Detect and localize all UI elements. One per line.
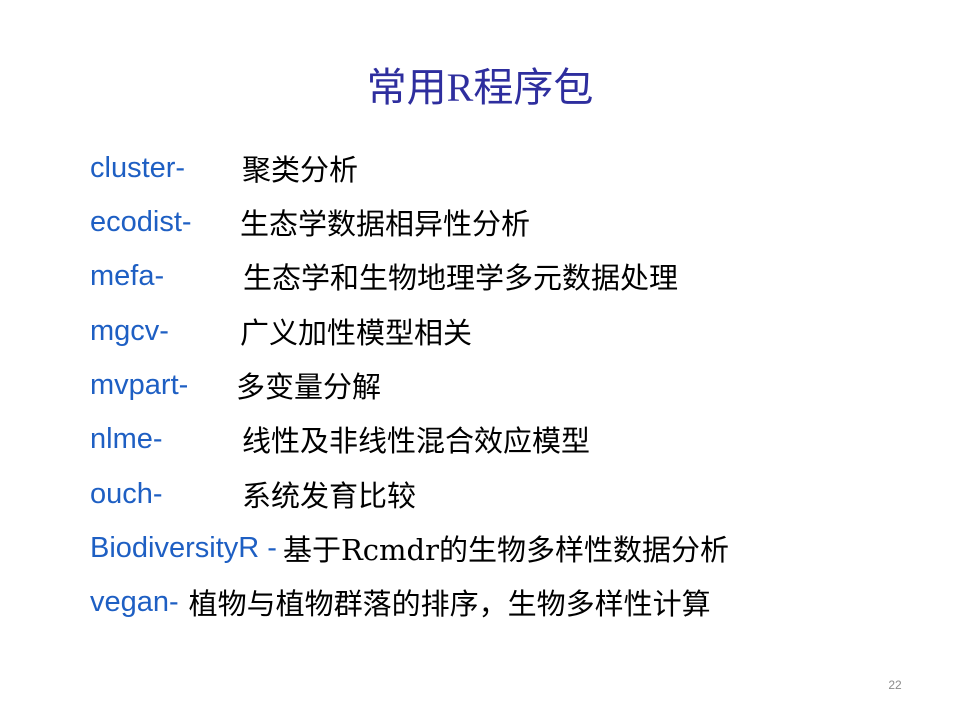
package-item-mvpart: mvpart- 多变量分解 xyxy=(90,365,381,405)
page-number: 22 xyxy=(888,678,902,692)
package-item-cluster: cluster- 聚类分析 xyxy=(90,148,358,188)
package-item-ouch: ouch- 系统发育比较 xyxy=(90,474,416,514)
package-description: 多变量分解 xyxy=(236,370,382,404)
package-item-mgcv: mgcv- 广义加性模型相关 xyxy=(90,311,472,351)
package-description: 基于Rcmdr的生物多样性数据分析 xyxy=(282,533,729,567)
package-item-biodiversityr: BiodiversityR - 基于Rcmdr的生物多样性数据分析 xyxy=(90,528,729,568)
package-description: 聚类分析 xyxy=(242,153,359,187)
package-description: 广义加性模型相关 xyxy=(240,316,473,350)
title-prefix: 常用 xyxy=(366,65,447,111)
package-name: ecodist- xyxy=(90,205,192,238)
package-name: mgcv- xyxy=(90,314,169,347)
package-description: 系统发育比较 xyxy=(242,479,417,513)
title-latin: R xyxy=(446,65,474,110)
package-description: 生态学和生物地理学多元数据处理 xyxy=(243,261,679,295)
package-description: 生态学数据相异性分析 xyxy=(240,207,531,241)
package-item-vegan: vegan- 植物与植物群落的排序，生物多样性计算 xyxy=(90,582,711,622)
package-name: vegan- xyxy=(90,585,179,618)
package-name: nlme- xyxy=(90,422,163,455)
slide: 常用R程序包 cluster- 聚类分析 ecodist- 生态学数据相异性分析… xyxy=(0,0,960,720)
package-name: mefa- xyxy=(90,259,165,292)
package-name: BiodiversityR - xyxy=(90,531,277,564)
package-item-mefa: mefa- 生态学和生物地理学多元数据处理 xyxy=(90,256,678,296)
package-description: 植物与植物群落的排序，生物多样性计算 xyxy=(188,587,711,621)
package-item-ecodist: ecodist- 生态学数据相异性分析 xyxy=(90,202,530,242)
package-name: cluster- xyxy=(90,151,186,184)
package-name: mvpart- xyxy=(90,368,189,401)
package-name: ouch- xyxy=(90,477,163,510)
title-suffix: 程序包 xyxy=(473,65,594,111)
package-description: 线性及非线性混合效应模型 xyxy=(242,424,591,458)
package-item-nlme: nlme- 线性及非线性混合效应模型 xyxy=(90,419,590,459)
slide-title: 常用R程序包 xyxy=(0,62,960,114)
